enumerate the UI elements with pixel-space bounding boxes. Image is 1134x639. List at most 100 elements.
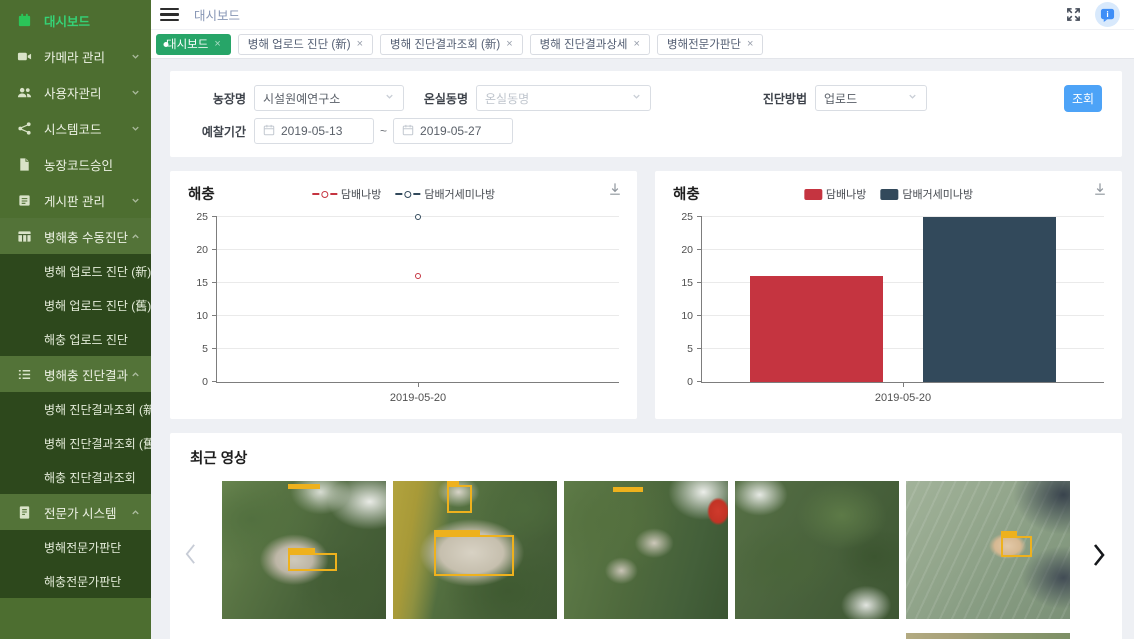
sidebar-item-label: 해충 업로드 진단 xyxy=(44,331,128,348)
sidebar-subitem[interactable]: 병해 진단결과조회 (新) xyxy=(0,392,151,426)
menu-toggle-button[interactable] xyxy=(160,8,179,21)
y-tick xyxy=(212,348,217,349)
fullscreen-icon[interactable] xyxy=(1065,6,1082,23)
chevron-up-icon xyxy=(130,231,141,242)
sidebar-subitem[interactable]: 해충 진단결과조회 xyxy=(0,460,151,494)
recent-images-card: 최근 영상 xyxy=(170,433,1122,639)
tab-item[interactable]: 병해 진단결과조회 (新) × xyxy=(380,34,523,55)
calendar-icon xyxy=(402,124,414,139)
manual-diagnosis-icon xyxy=(16,228,32,244)
gridline xyxy=(217,249,619,250)
chevron-down-icon xyxy=(631,91,642,105)
x-axis-label: 2019-05-20 xyxy=(875,392,931,404)
farm-select[interactable]: 시설원예연구소 xyxy=(254,85,404,111)
y-tick xyxy=(212,216,217,217)
scatter-plot-area: 05101520252019-05-20 xyxy=(216,217,619,383)
search-button[interactable]: 조회 xyxy=(1064,85,1102,112)
breadcrumb: 대시보드 xyxy=(194,5,240,24)
recent-images-title: 최근 영상 xyxy=(190,447,247,468)
sidebar-item[interactable]: 카메라 관리 xyxy=(0,38,151,74)
sidebar-item-label: 대시보드 xyxy=(44,11,141,30)
sidebar-item-label: 게시판 관리 xyxy=(44,191,130,210)
tab-close-icon[interactable]: × xyxy=(506,38,512,50)
main-area: 대시보드 i 대시보드 × 병해 업로드 진단 (新) × 병해 진단결과조회 (新) ×… xyxy=(151,0,1134,639)
tab-item[interactable]: 병해 진단결과상세 × xyxy=(530,34,650,55)
detection-label xyxy=(288,484,321,489)
chevron-down-icon xyxy=(384,91,395,105)
legend-item: 담배나방 xyxy=(804,186,866,202)
tab-active[interactable]: 대시보드 × xyxy=(156,34,231,55)
tomato-leaf-photo-5[interactable] xyxy=(906,481,1070,619)
next-row-image-sliver xyxy=(906,633,1070,639)
chat-info-icon[interactable]: i xyxy=(1095,2,1120,27)
sidebar-item[interactable]: 병해충 수동진단 xyxy=(0,218,151,254)
sidebar-item[interactable]: 게시판 관리 xyxy=(0,182,151,218)
bar-담배나방 xyxy=(750,276,883,382)
period-end-input[interactable]: 2019-05-27 xyxy=(393,118,513,144)
tab-close-icon[interactable]: × xyxy=(747,38,753,50)
gridline xyxy=(217,315,619,316)
legend-label: 담배거세미나방 xyxy=(902,186,973,202)
y-axis-label: 5 xyxy=(687,343,693,355)
detection-label xyxy=(1001,531,1017,536)
sidebar-item-label: 전문가 시스템 xyxy=(44,503,130,522)
chevron-up-icon xyxy=(130,507,141,518)
tab-close-icon[interactable]: × xyxy=(634,38,640,50)
sidebar-subitem[interactable]: 해충 업로드 진단 xyxy=(0,322,151,356)
method-select[interactable]: 업로드 xyxy=(815,85,927,111)
sidebar-item-label: 병해충 진단결과 xyxy=(44,365,130,384)
tab-label: 병해 업로드 진단 (新) xyxy=(248,36,351,52)
y-tick xyxy=(212,315,217,316)
farm-label: 농장명 xyxy=(190,90,246,107)
sidebar-item[interactable]: 병해충 진단결과 xyxy=(0,356,151,392)
sidebar-subitem[interactable]: 병해 진단결과조회 (舊) xyxy=(0,426,151,460)
tomato-leaf-photo-1[interactable] xyxy=(222,481,386,619)
period-separator: ~ xyxy=(380,124,387,138)
charts-row: 해충 담배나방담배거세미나방 05101520252019-05-20 해충 담… xyxy=(170,171,1122,419)
legend-item: 담배거세미나방 xyxy=(395,186,495,202)
content-area: 농장명 시설원예연구소 온실동명 온실동명 진단방법 업로드 xyxy=(151,59,1134,639)
tomato-leaf-photo-3[interactable] xyxy=(564,481,728,619)
greenhouse-select[interactable]: 온실동명 xyxy=(476,85,651,111)
data-point-담배거세미나방 xyxy=(415,214,421,220)
chart-title: 해충 xyxy=(673,183,700,204)
legend-item: 담배나방 xyxy=(312,186,381,202)
y-tick xyxy=(697,282,702,283)
sidebar-item[interactable]: 대시보드 xyxy=(0,2,151,38)
sidebar-subitem[interactable]: 해충전문가판단 xyxy=(0,564,151,598)
sidebar-subitem[interactable]: 병해 업로드 진단 (新) xyxy=(0,254,151,288)
sidebar-item-label: 시스템코드 xyxy=(44,119,130,138)
sidebar-item[interactable]: 농장코드승인 xyxy=(0,146,151,182)
tab-label: 병해 진단결과상세 xyxy=(540,36,628,52)
data-point-담배나방 xyxy=(415,273,421,279)
download-icon[interactable] xyxy=(1092,181,1108,200)
topbar: 대시보드 i xyxy=(151,0,1134,30)
tomato-leaf-photo-4[interactable] xyxy=(735,481,899,619)
sidebar-item[interactable]: 사용자관리 xyxy=(0,74,151,110)
period-end-value: 2019-05-27 xyxy=(420,124,481,138)
download-icon[interactable] xyxy=(607,181,623,200)
sidebar-item[interactable]: 전문가 시스템 xyxy=(0,494,151,530)
y-axis-label: 25 xyxy=(681,211,693,223)
tab-close-icon[interactable]: × xyxy=(357,38,363,50)
bar-담배거세미나방 xyxy=(923,217,1056,382)
y-axis-label: 0 xyxy=(202,376,208,388)
carousel-prev-button[interactable] xyxy=(184,543,197,565)
tab-bar: 대시보드×병해 업로드 진단 (新)×병해 진단결과조회 (新)×병해 진단결과… xyxy=(151,30,1134,59)
y-axis-label: 20 xyxy=(681,244,693,256)
period-start-input[interactable]: 2019-05-13 xyxy=(254,118,374,144)
sidebar-subitem[interactable]: 병해 업로드 진단 (舊) xyxy=(0,288,151,322)
tomato-leaf-photo-2[interactable] xyxy=(393,481,557,619)
sidebar-subitem[interactable]: 병해전문가판단 xyxy=(0,530,151,564)
tab-label: 병해 진단결과조회 (新) xyxy=(390,36,500,52)
sidebar-item-label: 병해충 수동진단 xyxy=(44,227,130,246)
tab-item[interactable]: 병해 업로드 진단 (新) × xyxy=(238,34,373,55)
svg-text:i: i xyxy=(1106,9,1108,19)
tab-label: 대시보드 xyxy=(166,36,208,52)
chevron-down-icon xyxy=(130,123,141,134)
y-tick xyxy=(212,282,217,283)
carousel-next-button[interactable] xyxy=(1092,543,1106,567)
tab-close-icon[interactable]: × xyxy=(214,38,220,50)
sidebar-item[interactable]: 시스템코드 xyxy=(0,110,151,146)
tab-item[interactable]: 병해전문가판단× xyxy=(657,34,764,55)
